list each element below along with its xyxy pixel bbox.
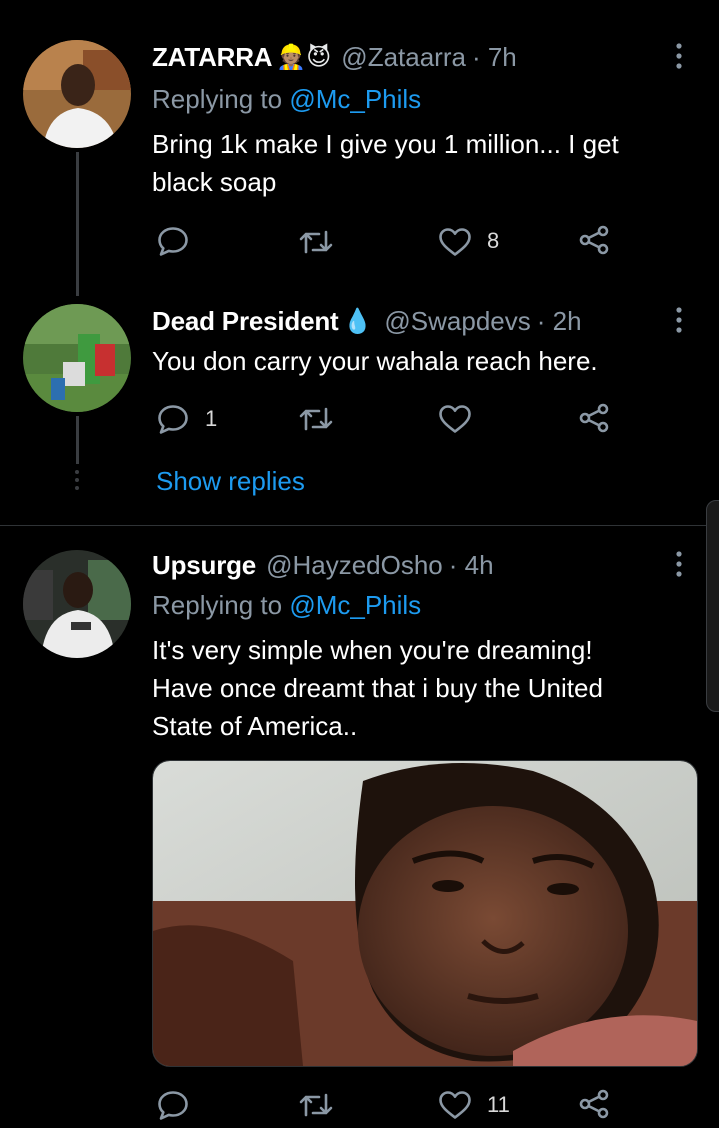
divider	[0, 525, 719, 526]
author-handle[interactable]: @Swapdevs	[384, 306, 530, 337]
replying-to-label: Replying to	[152, 84, 290, 114]
avatar[interactable]	[23, 550, 131, 658]
thread-connector	[76, 152, 79, 296]
tweet-text-line: It's very simple when you're dreaming!	[152, 635, 593, 665]
author-handle[interactable]: @Zataarra	[341, 42, 466, 73]
more-options-icon[interactable]	[674, 42, 684, 70]
tweet-time: · 7h	[471, 42, 517, 72]
tweet-text-line: You don carry your wahala reach here.	[152, 346, 598, 376]
tweet-text-line: Bring 1k make I give you 1 million... I …	[152, 129, 619, 159]
tweet-time: · 4h	[448, 550, 494, 580]
like-count: 11	[487, 1092, 510, 1117]
share-icon[interactable]	[578, 224, 610, 256]
author-name[interactable]: ZATARRA	[152, 42, 273, 73]
thread-dot	[75, 486, 79, 490]
tweet-time: · 2h	[536, 306, 582, 336]
tweet-text-line: State of America..	[152, 711, 358, 741]
like-icon[interactable]	[438, 404, 472, 434]
thread-connector	[76, 416, 79, 464]
reply-count: 1	[205, 406, 218, 431]
share-icon[interactable]	[578, 1088, 610, 1120]
tweet-text: You don carry your wahala reach here.	[152, 342, 598, 380]
more-options-icon[interactable]	[674, 306, 684, 334]
avatar[interactable]	[23, 40, 131, 148]
reply-icon[interactable]	[157, 404, 189, 434]
author-emoji: 👷🏽😈	[276, 44, 332, 71]
author-name[interactable]: Upsurge	[152, 550, 256, 581]
tweet-image[interactable]	[152, 760, 698, 1067]
replying-to-label: Replying to	[152, 590, 290, 620]
retweet-icon[interactable]	[298, 405, 334, 433]
tweet-text-line: Have once dreamt that i buy the United	[152, 673, 603, 703]
retweet-icon[interactable]	[298, 1091, 334, 1119]
more-options-icon[interactable]	[674, 550, 684, 578]
author-name[interactable]: Dead President	[152, 306, 339, 337]
retweet-icon[interactable]	[298, 228, 334, 256]
like-icon[interactable]	[438, 227, 472, 257]
like-icon[interactable]	[438, 1090, 472, 1120]
tweet-text: Bring 1k make I give you 1 million... I …	[152, 125, 619, 201]
tweet-text: It's very simple when you're dreaming! H…	[152, 631, 603, 745]
reply-mention-link[interactable]: @Mc_Phils	[289, 590, 421, 620]
show-replies-link[interactable]: Show replies	[156, 466, 305, 497]
author-handle[interactable]: @HayzedOsho	[266, 550, 443, 581]
reply-icon[interactable]	[157, 1090, 189, 1120]
tweet-text-line: black soap	[152, 167, 277, 197]
share-icon[interactable]	[578, 402, 610, 434]
reply-mention-link[interactable]: @Mc_Phils	[289, 84, 421, 114]
author-emoji: 💧	[342, 308, 373, 335]
thread-dot	[75, 478, 79, 482]
reply-icon[interactable]	[157, 226, 189, 256]
avatar[interactable]	[23, 304, 131, 412]
like-count: 8	[487, 228, 500, 253]
tweet-thread: ZATARRA 👷🏽😈 @Zataarra · 7h Replying to @…	[0, 0, 719, 1128]
thread-dot	[75, 470, 79, 474]
scroll-handle[interactable]	[706, 500, 719, 712]
